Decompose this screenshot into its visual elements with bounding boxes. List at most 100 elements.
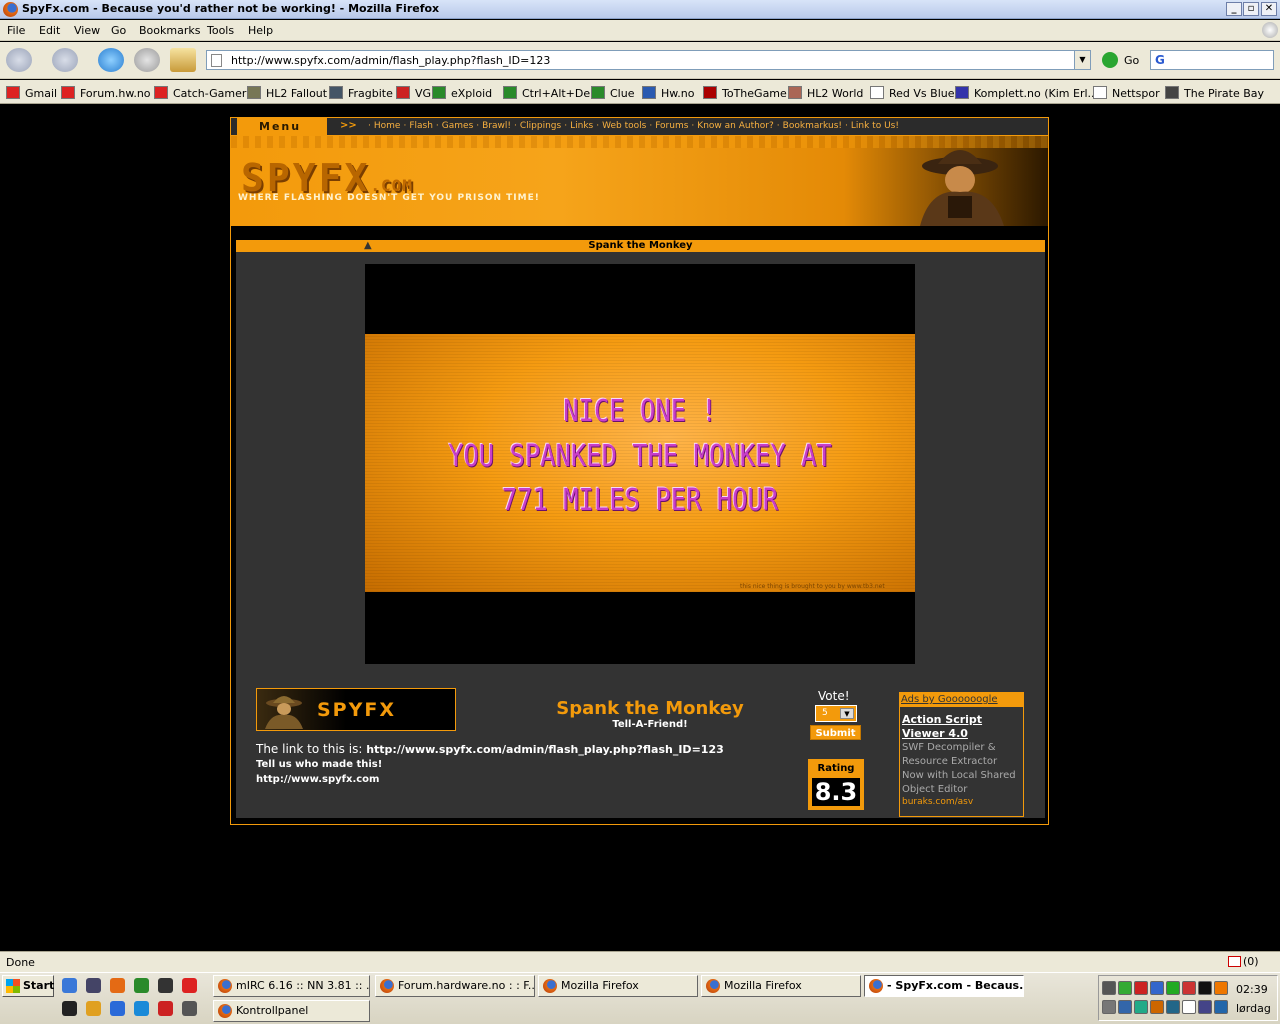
forward-arrow-icon[interactable] [52,48,78,72]
app-icon[interactable] [86,1001,101,1016]
search-input[interactable]: G [1150,50,1274,70]
home-icon[interactable] [170,48,196,72]
tray-app-icon[interactable] [1214,1000,1228,1014]
menu-tools[interactable]: Tools [207,24,234,37]
bookmark-item[interactable]: HL2 Fallout [266,87,327,100]
tray-app-icon[interactable] [1182,1000,1196,1014]
bookmark-item[interactable]: VG [415,87,431,100]
tell-a-friend-link[interactable]: Tell-A-Friend! [520,719,780,730]
gmail-notifier-icon[interactable] [1228,956,1241,967]
site-url-link[interactable]: http://www.spyfx.com [256,774,379,785]
site-nav-link[interactable]: Links [570,121,593,131]
site-nav-link[interactable]: Flash [409,121,433,131]
tray-app-icon[interactable] [1166,1000,1180,1014]
reload-icon[interactable] [98,48,124,72]
task-button[interactable]: Mozilla Firefox [538,975,698,997]
menu-help[interactable]: Help [248,24,273,37]
bookmark-item[interactable]: eXploid [451,87,492,100]
url-dropdown-icon[interactable]: ▼ [1074,51,1090,69]
site-nav-link[interactable]: Web tools [602,121,646,131]
app-icon[interactable] [182,978,197,993]
spyfx-promo-banner[interactable]: SPYFX [256,688,456,731]
tray-app-icon[interactable] [1102,981,1116,995]
task-label: - SpyFx.com - Becaus... [887,979,1024,992]
task-button[interactable]: - SpyFx.com - Becaus... [864,975,1024,997]
tray-app-icon[interactable] [1182,981,1196,995]
stop-icon[interactable] [134,48,160,72]
site-nav-link[interactable]: Bookmarkus! [783,121,842,131]
vote-select[interactable]: 5 ▼ [815,705,857,722]
messenger-icon[interactable] [134,1001,149,1016]
firefox-icon[interactable] [110,978,125,993]
tell-us-link[interactable]: Tell us who made this! [256,759,382,770]
url-bar[interactable]: http://www.spyfx.com/admin/flash_play.ph… [206,50,1091,70]
task-button[interactable]: Kontrollpanel [213,1000,370,1022]
tray-app-icon[interactable] [1102,1000,1116,1014]
go-button[interactable]: Go [1124,54,1139,67]
tray-app-icon[interactable] [1166,981,1180,995]
bookmark-item[interactable]: Clue [610,87,634,100]
back-arrow-icon[interactable] [6,48,32,72]
exploid-icon [503,86,517,99]
media-icon[interactable] [110,1001,125,1016]
ad-url[interactable]: buraks.com/asv [902,797,973,807]
tray-app-icon[interactable] [1134,1000,1148,1014]
tray-app-icon[interactable] [1134,981,1148,995]
close-button[interactable]: ✕ [1261,2,1277,16]
site-nav-link[interactable]: Link to Us! [851,121,899,131]
link-url[interactable]: http://www.spyfx.com/admin/flash_play.ph… [366,743,724,756]
tray-app-icon[interactable] [1118,981,1132,995]
app-icon[interactable] [182,1001,197,1016]
tray-app-icon[interactable] [1198,1000,1212,1014]
bookmark-item[interactable]: ToTheGame [722,87,787,100]
maximize-button[interactable]: ▫ [1243,2,1259,16]
menu-file[interactable]: File [7,24,25,37]
bookmark-item[interactable]: Red Vs Blue [889,87,955,100]
bookmark-item[interactable]: Fragbite [348,87,393,100]
submit-button[interactable]: Submit [810,725,861,740]
chevron-down-icon[interactable]: ▼ [840,708,854,719]
mirc-icon[interactable] [86,978,101,993]
app-icon[interactable] [134,978,149,993]
tray-app-icon[interactable] [1150,981,1164,995]
tray-app-icon[interactable] [1198,981,1212,995]
site-nav-link[interactable]: Forums [655,121,688,131]
site-nav-link[interactable]: Know an Author? [697,121,774,131]
site-nav-link[interactable]: Clippings [520,121,561,131]
task-button[interactable]: Forum.hardware.no : : F... [375,975,535,997]
bookmark-item[interactable]: HL2 World [807,87,863,100]
task-button[interactable]: mIRC 6.16 :: NN 3.81 :: ... [213,975,370,997]
tray-app-icon[interactable] [1118,1000,1132,1014]
bookmark-item[interactable]: Nettspor [1112,87,1160,100]
tray-app-icon[interactable] [1214,981,1228,995]
clock[interactable]: 02:39 [1236,983,1268,996]
printer-icon[interactable] [62,1001,77,1016]
site-nav-link[interactable]: Games [442,121,473,131]
bookmark-item[interactable]: Forum.hw.no [80,87,151,100]
bookmark-item[interactable]: Gmail [25,87,57,100]
go-icon[interactable] [1102,52,1118,68]
window-title-bar[interactable]: SpyFx.com - Because you'd rather not be … [0,0,1280,19]
ie-icon[interactable] [62,978,77,993]
task-button[interactable]: Mozilla Firefox [701,975,861,997]
menu-go[interactable]: Go [111,24,126,37]
google-icon[interactable]: G [1155,53,1165,67]
bookmark-item[interactable]: The Pirate Bay [1184,87,1264,100]
bookmark-item[interactable]: Ctrl+Alt+Del [522,87,593,100]
tray-app-icon[interactable] [1150,1000,1164,1014]
menu-edit[interactable]: Edit [39,24,60,37]
menu-view[interactable]: View [74,24,100,37]
site-nav-link[interactable]: Brawl! [482,121,511,131]
steam-icon[interactable] [158,978,173,993]
bookmark-item[interactable]: Catch-Gamer [173,87,246,100]
bookmark-item[interactable]: Komplett.no (Kim Erl... [974,87,1098,100]
task-app-icon [218,979,232,993]
app-icon[interactable] [158,1001,173,1016]
ad-title[interactable]: Action Script Viewer 4.0 [902,713,1022,741]
start-button[interactable]: Start [2,975,54,997]
bookmark-item[interactable]: Hw.no [661,87,694,100]
site-nav-link[interactable]: Home [374,121,401,131]
minimize-button[interactable]: _ [1226,2,1242,16]
menu-bookmarks[interactable]: Bookmarks [139,24,200,37]
ad-header[interactable]: Ads by Goooooogle [899,692,1024,707]
